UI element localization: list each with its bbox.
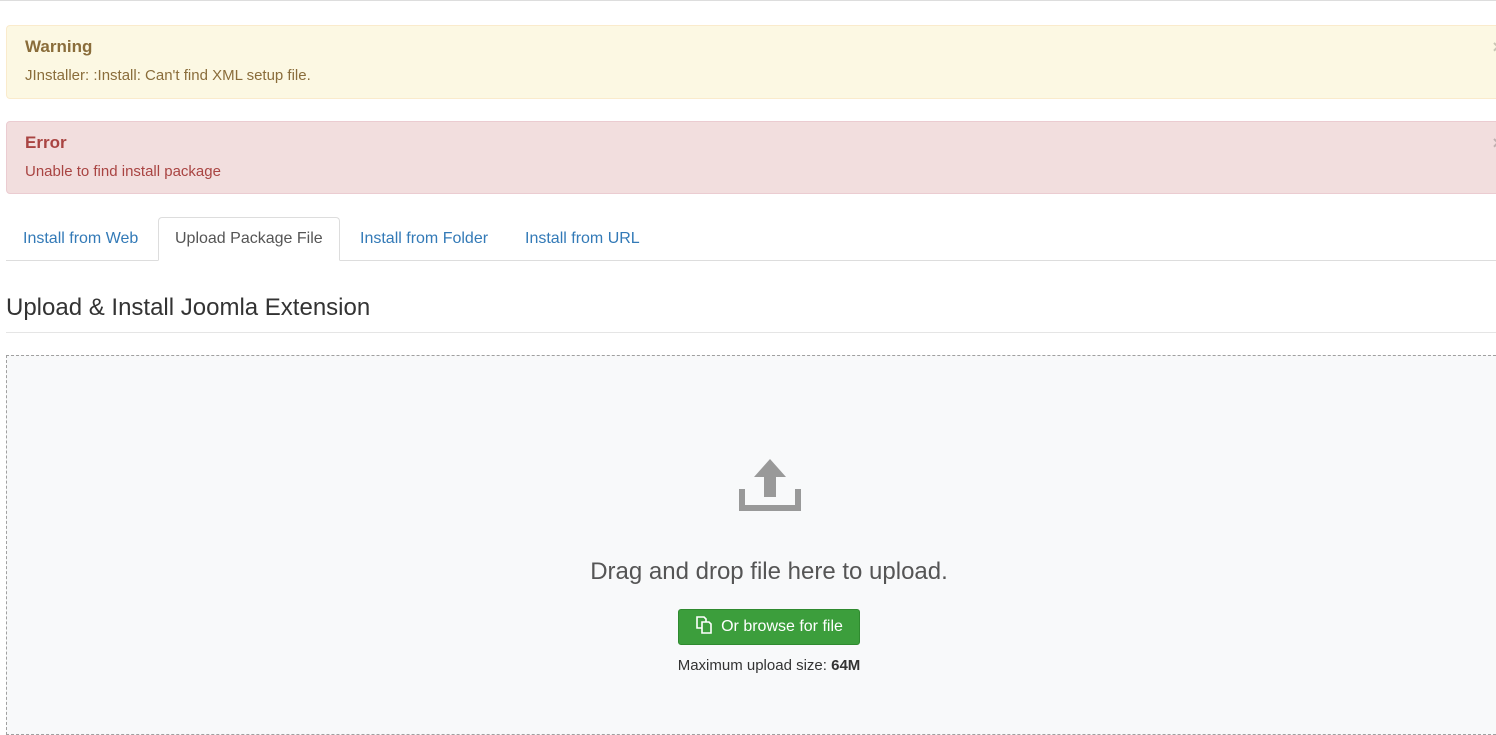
warning-heading: Warning	[25, 37, 93, 56]
warning-alert: Warning JInstaller: :Install: Can't find…	[6, 25, 1496, 99]
tab-upload-package-file[interactable]: Upload Package File	[158, 217, 340, 261]
warning-message: JInstaller: :Install: Can't find XML set…	[25, 67, 311, 84]
tab-install-from-folder[interactable]: Install from Folder	[343, 217, 505, 261]
copy-icon	[696, 615, 712, 634]
install-tabs: Install from Web Upload Package File Ins…	[6, 217, 1496, 261]
error-heading: Error	[25, 133, 67, 152]
title-divider	[6, 332, 1496, 333]
dropzone-text: Drag and drop file here to upload.	[590, 558, 948, 585]
error-message: Unable to find install package	[25, 163, 221, 180]
max-size-value: 64M	[831, 657, 861, 674]
page-title: Upload & Install Joomla Extension	[6, 294, 371, 321]
browse-file-label: Or browse for file	[721, 618, 843, 635]
error-close-icon[interactable]: ×	[1492, 134, 1496, 152]
max-upload-size: Maximum upload size: 64M	[7, 657, 1496, 675]
warning-close-icon[interactable]: ×	[1492, 38, 1496, 56]
max-size-label: Maximum upload size:	[677, 657, 827, 674]
tab-install-from-web[interactable]: Install from Web	[6, 217, 155, 261]
tab-install-from-url[interactable]: Install from URL	[508, 217, 657, 261]
upload-icon	[739, 459, 801, 511]
upload-dropzone[interactable]: Drag and drop file here to upload. Or br…	[6, 355, 1496, 735]
top-border	[0, 0, 1496, 3]
browse-file-button[interactable]: Or browse for file	[678, 609, 860, 645]
error-alert: Error Unable to find install package ×	[6, 121, 1496, 194]
